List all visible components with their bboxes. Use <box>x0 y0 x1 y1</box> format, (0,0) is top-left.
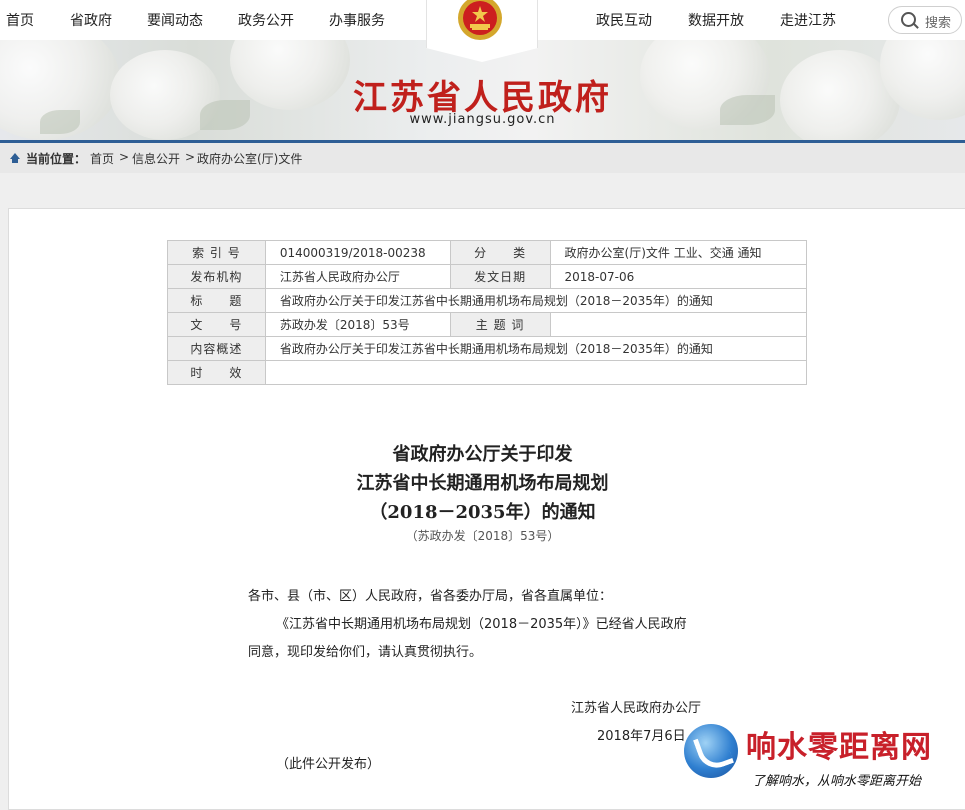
document-title-line: 江苏省中长期通用机场布局规划 <box>356 473 609 494</box>
document-title-line: （2018－2035年）的通知 <box>369 502 596 523</box>
breadcrumb-separator: > <box>119 150 130 164</box>
document-number: （苏政办发〔2018〕53号） <box>405 529 560 543</box>
breadcrumb: 当前位置： 首页 > 信息公开 > 政府办公室(厅)文件 <box>0 143 965 173</box>
nav-home[interactable]: 首页 <box>6 10 34 30</box>
home-icon <box>10 153 20 163</box>
nav-open-data[interactable]: 数据开放 <box>688 10 744 30</box>
title-label: 标 题 <box>167 288 266 313</box>
publisher-label: 发布机构 <box>167 264 266 289</box>
search-box[interactable]: 搜索 <box>888 6 962 34</box>
publish-note: （此件公开发布） <box>276 757 381 772</box>
watermark-logo-icon <box>684 724 738 778</box>
category-value: 政府办公室(厅)文件 工业、交通 通知 <box>549 240 808 265</box>
table-row: 时 效 <box>167 360 808 385</box>
breadcrumb-prefix: 当前位置： <box>26 152 87 166</box>
title-value: 省政府办公厅关于印发江苏省中长期通用机场布局规划（2018－2035年）的通知 <box>264 288 808 313</box>
signature: 江苏省人民政府办公厅 <box>571 701 702 716</box>
watermark-name: 响水零距离网 <box>746 730 932 765</box>
watermark-slogan: 了解响水，从响水零距离开始 <box>752 774 922 789</box>
nav-province-gov[interactable]: 省政府 <box>70 10 112 30</box>
docno-value: 苏政办发〔2018〕53号 <box>264 312 451 337</box>
table-row: 文 号 苏政办发〔2018〕53号 主 题 词 <box>167 312 808 337</box>
addressee-line: 各市、县（市、区）人民政府，省各委办厅局，省各直属单位： <box>248 589 613 604</box>
summary-value: 省政府办公厅关于印发江苏省中长期通用机场布局规划（2018－2035年）的通知 <box>264 336 808 361</box>
table-row: 索 引 号 014000319/2018-00238 分 类 政府办公室(厅)文… <box>167 240 808 265</box>
docno-label: 文 号 <box>167 312 266 337</box>
document-title-line: 省政府办公厅关于印发 <box>392 444 573 465</box>
breadcrumb-office-docs[interactable]: 政府办公室(厅)文件 <box>197 150 302 167</box>
table-row: 内容概述 省政府办公厅关于印发江苏省中长期通用机场布局规划（2018－2035年… <box>167 336 808 361</box>
search-icon[interactable] <box>901 12 916 27</box>
date-label: 发文日期 <box>449 264 551 289</box>
body-text-line: 同意，现印发给你们，请认真贯彻执行。 <box>248 645 483 660</box>
breadcrumb-info-open[interactable]: 信息公开 <box>132 150 180 167</box>
subject-label: 主 题 词 <box>449 312 551 337</box>
nav-news[interactable]: 要闻动态 <box>147 10 203 30</box>
breadcrumb-separator: > <box>185 150 196 164</box>
index-value: 014000319/2018-00238 <box>264 240 451 265</box>
metadata-table: 索 引 号 014000319/2018-00238 分 类 政府办公室(厅)文… <box>167 240 808 385</box>
emblem-tab <box>426 0 538 62</box>
nav-interaction[interactable]: 政民互动 <box>596 10 652 30</box>
publisher-value: 江苏省人民政府办公厅 <box>264 264 451 289</box>
validity-label: 时 效 <box>167 360 266 385</box>
breadcrumb-home[interactable]: 首页 <box>90 150 114 167</box>
table-row: 标 题 省政府办公厅关于印发江苏省中长期通用机场布局规划（2018－2035年）… <box>167 288 808 313</box>
index-label: 索 引 号 <box>167 240 266 265</box>
summary-label: 内容概述 <box>167 336 266 361</box>
nav-gov-affairs[interactable]: 政务公开 <box>238 10 294 30</box>
body-text-line: 《江苏省中长期通用机场布局规划（2018－2035年）》已经省人民政府 <box>276 617 687 632</box>
national-emblem-icon[interactable] <box>450 0 510 46</box>
date-value: 2018-07-06 <box>549 264 808 289</box>
category-label: 分 类 <box>449 240 551 265</box>
validity-value <box>264 360 808 385</box>
search-label[interactable]: 搜索 <box>925 12 951 31</box>
table-row: 发布机构 江苏省人民政府办公厅 发文日期 2018-07-06 <box>167 264 808 289</box>
subject-value <box>549 312 808 337</box>
site-url: www.jiangsu.gov.cn <box>409 112 556 127</box>
nav-about-jiangsu[interactable]: 走进江苏 <box>780 10 836 30</box>
nav-services[interactable]: 办事服务 <box>329 10 385 30</box>
document-date: 2018年7月6日 <box>597 729 686 744</box>
